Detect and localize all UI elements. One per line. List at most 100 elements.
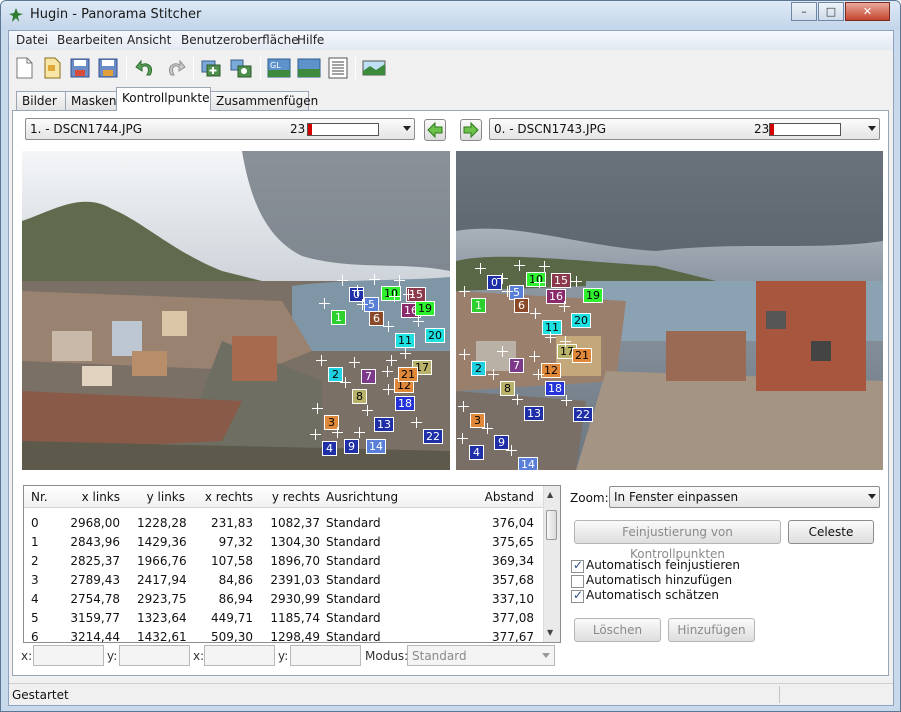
control-point-label[interactable]: 6 [514, 298, 529, 313]
control-point-label[interactable]: 19 [415, 301, 435, 316]
scroll-up-icon[interactable]: ▲ [547, 490, 553, 499]
col-ausrichtung[interactable]: Ausrichtung [326, 490, 398, 504]
control-point-crosshair[interactable] [545, 332, 556, 343]
control-point-label[interactable]: 22 [423, 429, 443, 444]
menu-ansicht[interactable]: Ansicht [127, 33, 171, 47]
maximize-button[interactable]: □ [818, 2, 844, 21]
control-point-label[interactable]: 20 [425, 328, 445, 343]
control-point-crosshair[interactable] [506, 445, 517, 456]
control-point-crosshair[interactable] [459, 349, 470, 360]
delete-button[interactable]: Löschen [574, 618, 661, 642]
checkbox-label[interactable]: Automatisch schätzen [586, 588, 719, 602]
checkbox-0[interactable]: ✓ [571, 558, 584, 573]
control-point-crosshair[interactable] [332, 427, 343, 438]
control-point-label[interactable]: 9 [344, 439, 359, 454]
control-point-label[interactable]: 6 [369, 311, 384, 326]
control-point-label[interactable]: 14 [366, 439, 386, 454]
add-button[interactable]: Hinzufügen [668, 618, 755, 642]
control-point-label[interactable]: 22 [573, 407, 593, 422]
minimize-button[interactable]: – [791, 2, 817, 21]
x1-input[interactable] [33, 645, 104, 666]
control-point-label[interactable]: 8 [352, 389, 367, 404]
left-image-select[interactable]: 1. - DSCN1744.JPG 23 [25, 118, 415, 140]
control-point-crosshair[interactable] [389, 291, 400, 302]
control-point-label[interactable]: 7 [361, 369, 376, 384]
checkbox-label[interactable]: Automatisch hinzufügen [586, 573, 732, 587]
control-point-crosshair[interactable] [354, 427, 365, 438]
scroll-down-icon[interactable]: ▼ [547, 628, 553, 637]
control-point-crosshair[interactable] [561, 395, 572, 406]
control-point-crosshair[interactable] [539, 261, 550, 272]
control-point-crosshair[interactable] [310, 429, 321, 440]
control-point-label[interactable]: 4 [469, 445, 484, 460]
control-point-crosshair[interactable] [512, 394, 523, 405]
close-button[interactable]: ✕ [845, 2, 890, 21]
control-point-label[interactable]: 12 [541, 363, 561, 378]
table-row[interactable]: 0 2968,00 1228,28 231,83 1082,37 Standard 376,… [24, 514, 544, 533]
scroll-thumb[interactable] [546, 510, 557, 540]
add-time-series-icon[interactable] [228, 55, 254, 81]
y1-input[interactable] [119, 645, 190, 666]
right-image-select[interactable]: 0. - DSCN1743.JPG 23 [489, 118, 880, 140]
checkbox-1[interactable] [571, 575, 584, 588]
control-point-crosshair[interactable] [382, 366, 393, 377]
table-row[interactable]: 4 2754,78 2923,75 86,94 2930,99 Standard 337,1… [24, 590, 544, 609]
tab-zusammenfuegen[interactable]: Zusammenfügen [210, 91, 318, 110]
control-point-crosshair[interactable] [559, 301, 570, 312]
y2-input[interactable] [290, 645, 361, 666]
control-point-crosshair[interactable] [383, 384, 394, 395]
control-point-crosshair[interactable] [488, 369, 499, 380]
col-x-links[interactable]: x links [68, 490, 120, 504]
control-point-crosshair[interactable] [534, 277, 545, 288]
control-point-label[interactable]: 7 [509, 358, 524, 373]
save-icon[interactable] [67, 55, 93, 81]
control-point-label[interactable]: 11 [395, 333, 415, 348]
control-point-crosshair[interactable] [403, 289, 414, 300]
mode-select[interactable]: Standard [407, 645, 555, 666]
control-point-crosshair[interactable] [560, 336, 571, 347]
panorama-preview-icon[interactable] [361, 55, 387, 81]
control-point-crosshair[interactable] [362, 405, 373, 416]
next-image-button[interactable] [460, 119, 482, 141]
checkbox-2[interactable]: ✓ [571, 588, 584, 603]
control-point-crosshair[interactable] [400, 348, 411, 359]
control-point-crosshair[interactable] [383, 321, 394, 332]
redo-icon[interactable] [162, 55, 188, 81]
new-project-icon[interactable] [11, 55, 37, 81]
control-point-label[interactable]: 18 [395, 396, 415, 411]
control-point-label[interactable]: 2 [471, 361, 486, 376]
control-point-crosshair[interactable] [394, 275, 405, 286]
control-point-crosshair[interactable] [459, 286, 470, 297]
checkbox-label[interactable]: Automatisch feinjustieren [586, 558, 740, 572]
control-point-crosshair[interactable] [413, 316, 424, 327]
control-point-crosshair[interactable] [319, 298, 330, 309]
menu-benutzeroberflaeche[interactable]: Benutzeroberfläche [181, 33, 299, 47]
stitch-list-icon[interactable] [325, 55, 351, 81]
left-image-view[interactable]: 0 1 2 3 4 5 6 7 8 9 10 11 12 13 14 15 16 17 18 19 20 21 22 [22, 151, 450, 470]
control-point-crosshair[interactable] [475, 263, 486, 274]
control-point-label[interactable]: 13 [374, 417, 394, 432]
save-as-icon[interactable] [95, 55, 121, 81]
control-point-crosshair[interactable] [514, 260, 525, 271]
menu-hilfe[interactable]: Hilfe [297, 33, 324, 47]
control-point-crosshair[interactable] [497, 346, 508, 357]
celeste-button[interactable]: Celeste [788, 520, 874, 544]
control-point-label[interactable]: 1 [471, 298, 486, 313]
control-point-crosshair[interactable] [316, 355, 327, 366]
control-point-crosshair[interactable] [312, 403, 323, 414]
menu-bearbeiten[interactable]: Bearbeiten [57, 33, 123, 47]
add-images-icon[interactable] [199, 55, 225, 81]
control-point-label[interactable]: 18 [545, 381, 565, 396]
x2-input[interactable] [204, 645, 275, 666]
control-point-crosshair[interactable] [352, 285, 363, 296]
tab-bilder[interactable]: Bilder [16, 91, 66, 110]
col-nr[interactable]: Nr. [31, 490, 48, 504]
fine-tune-button[interactable]: Feinjustierung von Kontrollpunkten [574, 520, 781, 561]
control-point-label[interactable]: 1 [331, 310, 346, 325]
col-abstand[interactable]: Abstand [464, 490, 534, 504]
control-point-crosshair[interactable] [530, 308, 541, 319]
control-point-crosshair[interactable] [482, 423, 493, 434]
control-point-label[interactable]: 4 [322, 441, 337, 456]
col-y-links[interactable]: y links [137, 490, 185, 504]
control-point-label[interactable]: 19 [583, 288, 603, 303]
